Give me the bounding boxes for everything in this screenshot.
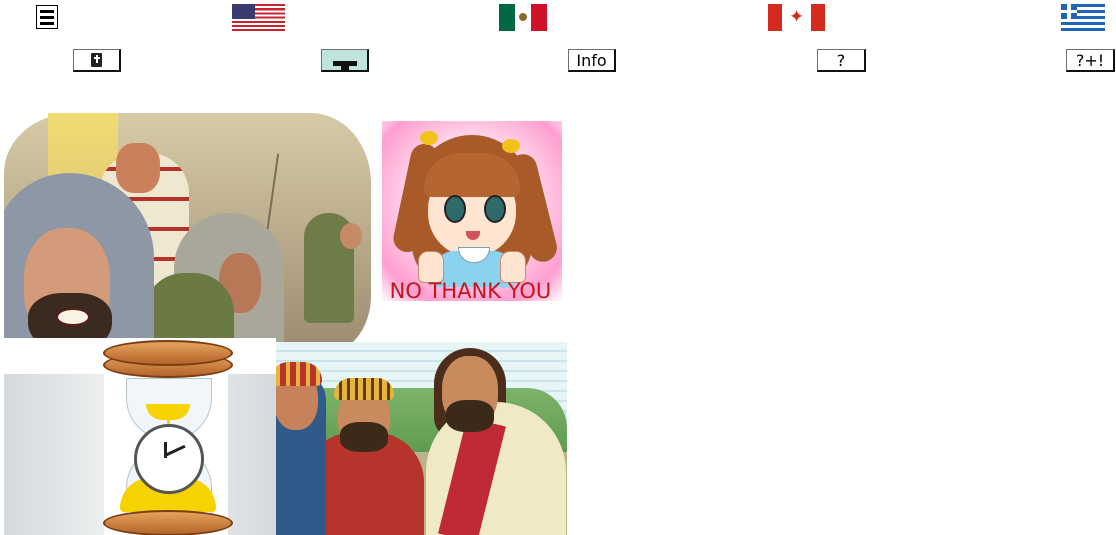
canada-flag-icon[interactable]: ✦ (768, 4, 825, 31)
bible-icon (91, 53, 102, 67)
info-button[interactable]: Info (568, 49, 616, 72)
graduation-button[interactable] (321, 49, 369, 72)
us-flag-icon[interactable] (232, 4, 285, 31)
sand-timer-picture[interactable] (4, 338, 276, 535)
mexico-flag-icon[interactable] (499, 4, 547, 31)
jesus-with-disciples-picture[interactable] (276, 342, 567, 535)
toolbar: Info ? ?+! (0, 47, 1116, 77)
help-button[interactable]: ? (817, 49, 866, 72)
menu-line (40, 10, 54, 13)
menu-line (40, 22, 54, 25)
greece-flag-icon[interactable] (1061, 4, 1105, 31)
clock-icon (134, 424, 204, 494)
language-bar: ✦ (0, 0, 1116, 40)
no-thank-you-picture[interactable]: NO THANK YOU (374, 113, 567, 312)
graduation-cap-icon (332, 60, 357, 70)
help-plus-button[interactable]: ?+! (1066, 49, 1115, 72)
bible-button[interactable] (73, 49, 121, 72)
weeping-men-picture[interactable] (4, 113, 371, 356)
menu-line (40, 16, 54, 19)
hamburger-menu-icon[interactable] (36, 5, 58, 29)
no-thank-you-caption: NO THANK YOU (389, 279, 552, 303)
